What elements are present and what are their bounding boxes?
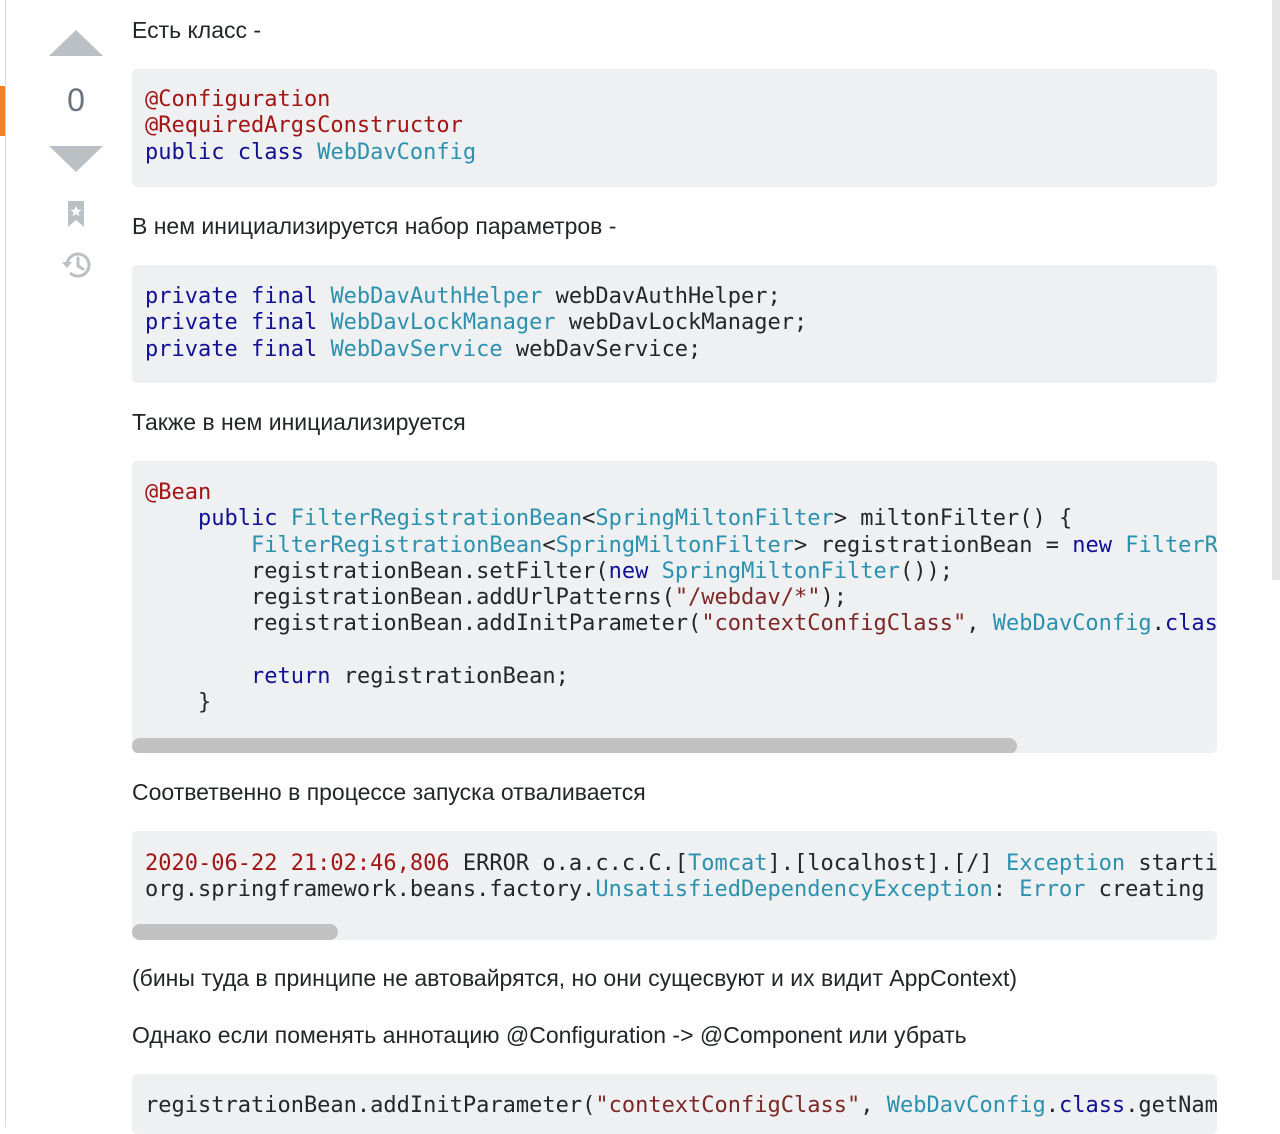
code-horizontal-scrollbar[interactable] xyxy=(132,924,1217,940)
paragraph-intro: Есть класс - xyxy=(132,17,262,43)
code-block-class: @Configuration @RequiredArgsConstructor … xyxy=(132,69,1217,187)
paragraph-beans: (бины туда в принципе не автовайрятся, н… xyxy=(132,965,1018,991)
vote-down-button[interactable] xyxy=(49,146,103,172)
code-block-init-param: registrationBean.addInitParameter("conte… xyxy=(132,1074,1217,1134)
paragraph-however: Однако если поменять аннотацию @Configur… xyxy=(132,1022,967,1048)
history-icon[interactable] xyxy=(60,248,94,282)
paragraph-params: В нем инициализируется набор параметров … xyxy=(132,213,617,239)
code-block-bean: @Bean public FilterRegistrationBean<Spri… xyxy=(132,461,1217,753)
bookmark-icon[interactable] xyxy=(66,200,86,228)
question-page: 0 Есть класс - @Configuration @RequiredA… xyxy=(0,0,1280,1134)
vote-count: 0 xyxy=(67,82,85,118)
active-indicator xyxy=(0,86,5,136)
code-block-fields: private final WebDavAuthHelper webDavAut… xyxy=(132,265,1217,383)
paragraph-also: Также в нем инициализируется xyxy=(132,409,466,435)
paragraph-fails: Соответвенно в процессе запуска отвалива… xyxy=(132,779,646,805)
scrollbar-thumb[interactable] xyxy=(132,738,1017,753)
page-scrollbar[interactable] xyxy=(1272,0,1280,580)
code-horizontal-scrollbar[interactable] xyxy=(132,738,1217,753)
code-block-error-log: 2020-06-22 21:02:46,806 ERROR o.a.c.c.C.… xyxy=(132,831,1217,940)
vote-up-button[interactable] xyxy=(49,30,103,56)
left-border xyxy=(0,0,6,1127)
scrollbar-thumb[interactable] xyxy=(132,924,338,940)
